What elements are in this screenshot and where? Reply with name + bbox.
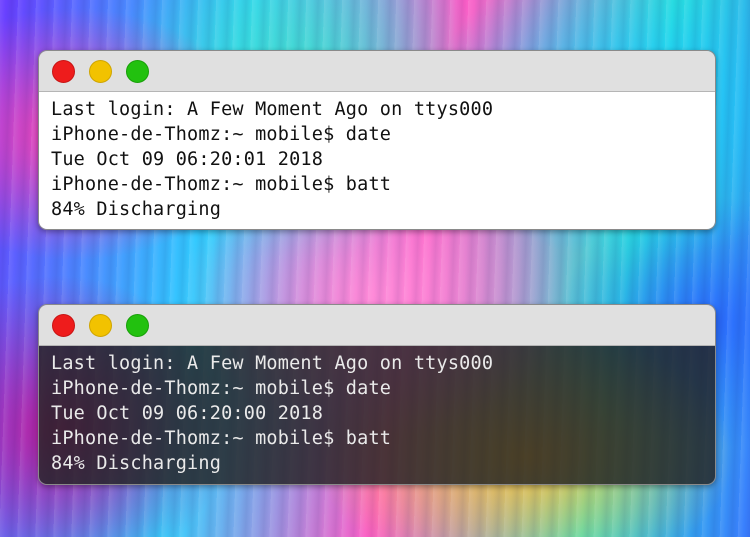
- terminal-line-output: Tue Oct 09 06:20:00 2018: [51, 403, 324, 424]
- close-button[interactable]: [52, 314, 75, 337]
- terminal-line-command: iPhone-de-Thomz:~ mobile$ batt: [51, 174, 392, 195]
- terminal-line-login: Last login: A Few Moment Ago on ttys000: [51, 99, 494, 120]
- terminal-line-output: 84% Discharging: [51, 199, 222, 220]
- terminal-line-output: 84% Discharging: [51, 453, 222, 474]
- minimize-button[interactable]: [89, 314, 112, 337]
- close-button[interactable]: [52, 60, 75, 83]
- title-bar[interactable]: [39, 305, 715, 346]
- terminal-output[interactable]: Last login: A Few Moment Ago on ttys000 …: [39, 92, 715, 229]
- terminal-line-login: Last login: A Few Moment Ago on ttys000: [51, 353, 494, 374]
- maximize-button[interactable]: [126, 60, 149, 83]
- title-bar[interactable]: [39, 51, 715, 92]
- maximize-button[interactable]: [126, 314, 149, 337]
- terminal-output[interactable]: Last login: A Few Moment Ago on ttys000 …: [39, 346, 715, 484]
- terminal-window-light[interactable]: Last login: A Few Moment Ago on ttys000 …: [38, 50, 716, 230]
- terminal-window-dark[interactable]: Last login: A Few Moment Ago on ttys000 …: [38, 304, 716, 485]
- terminal-line-command: iPhone-de-Thomz:~ mobile$ batt: [51, 428, 392, 449]
- minimize-button[interactable]: [89, 60, 112, 83]
- terminal-line-command: iPhone-de-Thomz:~ mobile$ date: [51, 378, 392, 399]
- terminal-line-output: Tue Oct 09 06:20:01 2018: [51, 149, 324, 170]
- terminal-line-command: iPhone-de-Thomz:~ mobile$ date: [51, 124, 392, 145]
